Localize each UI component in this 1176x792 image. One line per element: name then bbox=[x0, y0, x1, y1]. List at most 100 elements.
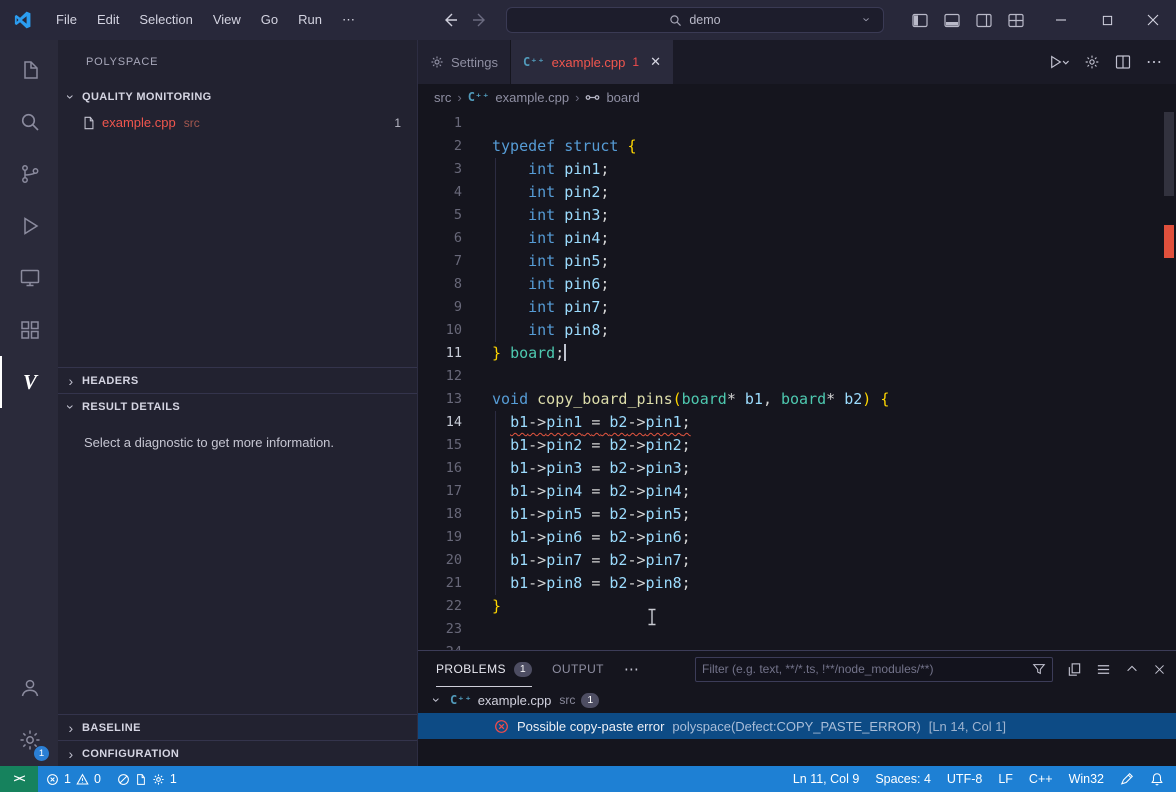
code-line[interactable]: 12 bbox=[418, 365, 1176, 388]
filter-funnel-icon[interactable] bbox=[1032, 662, 1046, 676]
source-control-icon[interactable] bbox=[0, 148, 58, 200]
menu-run[interactable]: Run bbox=[288, 7, 332, 33]
tab-settings[interactable]: Settings bbox=[418, 40, 511, 84]
code-line[interactable]: 4 int pin2; bbox=[418, 181, 1176, 204]
line-number[interactable]: 16 bbox=[418, 457, 462, 480]
breadcrumb-symbol[interactable]: board bbox=[606, 90, 639, 105]
problem-row-selected[interactable]: Possible copy-paste error polyspace(Defe… bbox=[418, 713, 1176, 739]
problems-status[interactable]: 1 0 bbox=[38, 766, 109, 792]
line-number[interactable]: 22 bbox=[418, 595, 462, 618]
code-line[interactable]: 3 int pin1; bbox=[418, 158, 1176, 181]
close-panel-icon[interactable] bbox=[1153, 663, 1166, 676]
settings-gear-icon[interactable]: 1 bbox=[0, 714, 58, 766]
section-baseline[interactable]: › BASELINE bbox=[58, 714, 417, 740]
configure-gear-icon[interactable] bbox=[1084, 54, 1100, 70]
line-number[interactable]: 23 bbox=[418, 618, 462, 641]
line-number[interactable]: 14 bbox=[418, 411, 462, 434]
problem-file-group[interactable]: › C⁺⁺ example.cpp src 1 bbox=[418, 687, 1176, 713]
line-number[interactable]: 17 bbox=[418, 480, 462, 503]
section-result-details[interactable]: › RESULT DETAILS bbox=[58, 393, 417, 419]
toggle-panel-icon[interactable] bbox=[944, 13, 960, 28]
code-line[interactable]: 24 bbox=[418, 641, 1176, 650]
code-line[interactable]: 15 b1->pin2 = b2->pin2; bbox=[418, 434, 1176, 457]
code-line[interactable]: 5 int pin3; bbox=[418, 204, 1176, 227]
code-line[interactable]: 10 int pin8; bbox=[418, 319, 1176, 342]
search-icon[interactable] bbox=[0, 96, 58, 148]
status-utf-8[interactable]: UTF-8 bbox=[939, 766, 990, 792]
menu-more[interactable]: ⋯ bbox=[332, 7, 365, 33]
breadcrumb-src[interactable]: src bbox=[434, 90, 451, 105]
tab-example-cpp[interactable]: C⁺⁺ example.cpp 1 ✕ bbox=[511, 40, 673, 84]
chevron-down-icon[interactable]: › bbox=[859, 13, 874, 27]
code-line[interactable]: 1 bbox=[418, 112, 1176, 135]
status-c[interactable]: C++ bbox=[1021, 766, 1061, 792]
section-quality-monitoring[interactable]: › QUALITY MONITORING bbox=[58, 84, 417, 110]
line-number[interactable]: 11 bbox=[418, 342, 462, 365]
line-number[interactable]: 8 bbox=[418, 273, 462, 296]
menu-selection[interactable]: Selection bbox=[129, 7, 202, 33]
close-button[interactable] bbox=[1130, 0, 1176, 40]
line-number[interactable]: 19 bbox=[418, 526, 462, 549]
go-forward-icon[interactable] bbox=[472, 12, 488, 28]
toggle-secondary-sidebar-icon[interactable] bbox=[976, 13, 992, 28]
line-number[interactable]: 10 bbox=[418, 319, 462, 342]
file-item-example-cpp[interactable]: example.cpp src 1 bbox=[58, 110, 417, 135]
menu-file[interactable]: File bbox=[46, 7, 87, 33]
section-headers[interactable]: › HEADERS bbox=[58, 367, 417, 393]
problems-filter-input[interactable] bbox=[702, 662, 1032, 676]
line-number[interactable]: 5 bbox=[418, 204, 462, 227]
code-line[interactable]: 13void copy_board_pins(board* b1, board*… bbox=[418, 388, 1176, 411]
code-line[interactable]: 14 b1->pin1 = b2->pin1; bbox=[418, 411, 1176, 434]
polyspace-status[interactable]: 1 bbox=[109, 766, 185, 792]
copy-all-icon[interactable] bbox=[1067, 662, 1082, 677]
code-line[interactable]: 20 b1->pin7 = b2->pin7; bbox=[418, 549, 1176, 572]
line-number[interactable]: 1 bbox=[418, 112, 462, 135]
menu-view[interactable]: View bbox=[203, 7, 251, 33]
line-number[interactable]: 20 bbox=[418, 549, 462, 572]
tab-output[interactable]: OUTPUT bbox=[552, 651, 604, 687]
toggle-sidebar-icon[interactable] bbox=[912, 13, 928, 28]
code-editor[interactable]: 12typedef struct {3 int pin1;4 int pin2;… bbox=[418, 110, 1176, 650]
explorer-icon[interactable] bbox=[0, 44, 58, 96]
menu-edit[interactable]: Edit bbox=[87, 7, 129, 33]
close-tab-icon[interactable]: ✕ bbox=[650, 54, 661, 70]
status-ln[interactable]: Ln 11, Col 9 bbox=[785, 766, 867, 792]
code-line[interactable]: 8 int pin6; bbox=[418, 273, 1176, 296]
status-spaces[interactable]: Spaces: 4 bbox=[867, 766, 939, 792]
view-as-table-icon[interactable] bbox=[1096, 662, 1111, 677]
more-actions-icon[interactable]: ⋯ bbox=[1146, 52, 1162, 72]
code-line[interactable]: 22} bbox=[418, 595, 1176, 618]
command-center-search[interactable]: demo › bbox=[506, 7, 884, 33]
polyspace-icon[interactable]: V bbox=[0, 356, 58, 408]
split-editor-icon[interactable] bbox=[1115, 54, 1131, 70]
run-or-debug-icon[interactable] bbox=[1049, 54, 1069, 70]
code-line[interactable]: 6 int pin4; bbox=[418, 227, 1176, 250]
minimize-button[interactable] bbox=[1038, 0, 1084, 40]
scrollbar-thumb[interactable] bbox=[1164, 112, 1174, 196]
code-line[interactable]: 23 bbox=[418, 618, 1176, 641]
remote-indicator[interactable]: >< bbox=[0, 766, 38, 792]
go-back-icon[interactable] bbox=[442, 12, 458, 28]
extensions-icon[interactable] bbox=[0, 304, 58, 356]
line-number[interactable]: 9 bbox=[418, 296, 462, 319]
line-number[interactable]: 3 bbox=[418, 158, 462, 181]
notifications-bell-icon[interactable] bbox=[1142, 766, 1172, 792]
code-line[interactable]: 9 int pin7; bbox=[418, 296, 1176, 319]
line-number[interactable]: 6 bbox=[418, 227, 462, 250]
account-icon[interactable] bbox=[0, 662, 58, 714]
code-line[interactable]: 2typedef struct { bbox=[418, 135, 1176, 158]
more-panel-tabs-icon[interactable]: ⋯ bbox=[624, 660, 639, 678]
line-number[interactable]: 24 bbox=[418, 641, 462, 650]
line-number[interactable]: 18 bbox=[418, 503, 462, 526]
line-number[interactable]: 21 bbox=[418, 572, 462, 595]
line-number[interactable]: 13 bbox=[418, 388, 462, 411]
run-and-debug-icon[interactable] bbox=[0, 200, 58, 252]
code-line[interactable]: 19 b1->pin6 = b2->pin6; bbox=[418, 526, 1176, 549]
tab-problems[interactable]: PROBLEMS 1 bbox=[436, 651, 532, 687]
status-win32[interactable]: Win32 bbox=[1061, 766, 1112, 792]
customize-layout-icon[interactable] bbox=[1008, 13, 1024, 28]
code-line[interactable]: 18 b1->pin5 = b2->pin5; bbox=[418, 503, 1176, 526]
line-number[interactable]: 15 bbox=[418, 434, 462, 457]
code-line[interactable]: 11} board; bbox=[418, 342, 1176, 365]
maximize-panel-icon[interactable] bbox=[1125, 662, 1139, 676]
